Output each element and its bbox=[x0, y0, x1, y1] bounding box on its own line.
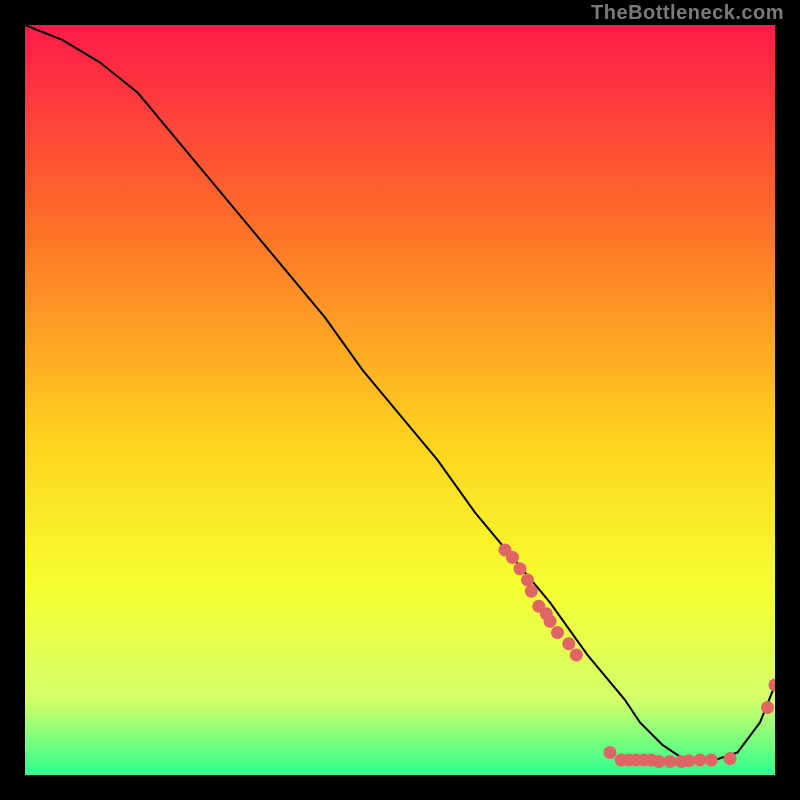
data-marker bbox=[552, 627, 564, 639]
data-marker bbox=[544, 615, 556, 627]
data-marker bbox=[664, 756, 676, 768]
data-marker bbox=[762, 702, 774, 714]
data-marker bbox=[705, 754, 717, 766]
data-marker bbox=[724, 753, 736, 765]
data-marker bbox=[507, 552, 519, 564]
data-marker bbox=[604, 747, 616, 759]
data-marker bbox=[525, 585, 537, 597]
watermark-text: TheBottleneck.com bbox=[591, 2, 784, 25]
data-marker bbox=[653, 756, 665, 768]
chart-svg bbox=[25, 25, 775, 775]
gradient-background bbox=[25, 25, 775, 775]
data-marker bbox=[563, 638, 575, 650]
chart-plot bbox=[25, 25, 775, 775]
data-marker bbox=[694, 754, 706, 766]
chart-frame: TheBottleneck.com bbox=[0, 0, 800, 800]
data-marker bbox=[570, 649, 582, 661]
data-marker bbox=[514, 563, 526, 575]
data-marker bbox=[683, 755, 695, 767]
data-marker bbox=[522, 574, 534, 586]
